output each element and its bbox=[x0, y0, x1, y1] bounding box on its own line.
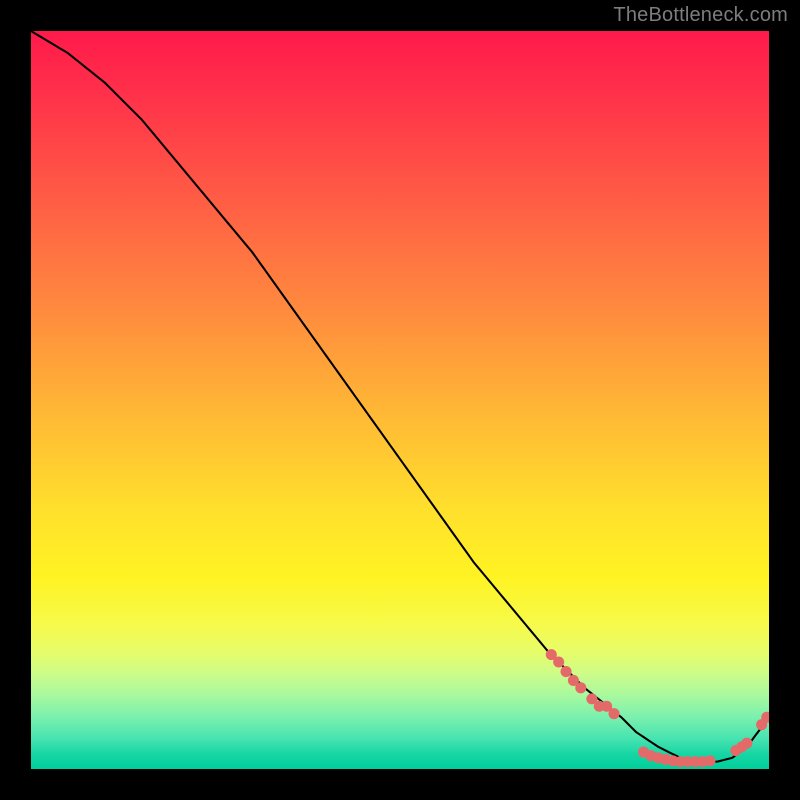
data-marker bbox=[575, 682, 586, 693]
data-marker bbox=[608, 708, 619, 719]
watermark-text: TheBottleneck.com bbox=[613, 4, 788, 27]
chart-frame: TheBottleneck.com bbox=[0, 0, 800, 800]
bottleneck-curve bbox=[31, 31, 769, 762]
data-marker bbox=[553, 656, 564, 667]
data-markers bbox=[546, 649, 769, 767]
chart-svg bbox=[31, 31, 769, 769]
data-marker bbox=[561, 666, 572, 677]
data-marker bbox=[741, 738, 752, 749]
data-marker bbox=[704, 755, 715, 766]
